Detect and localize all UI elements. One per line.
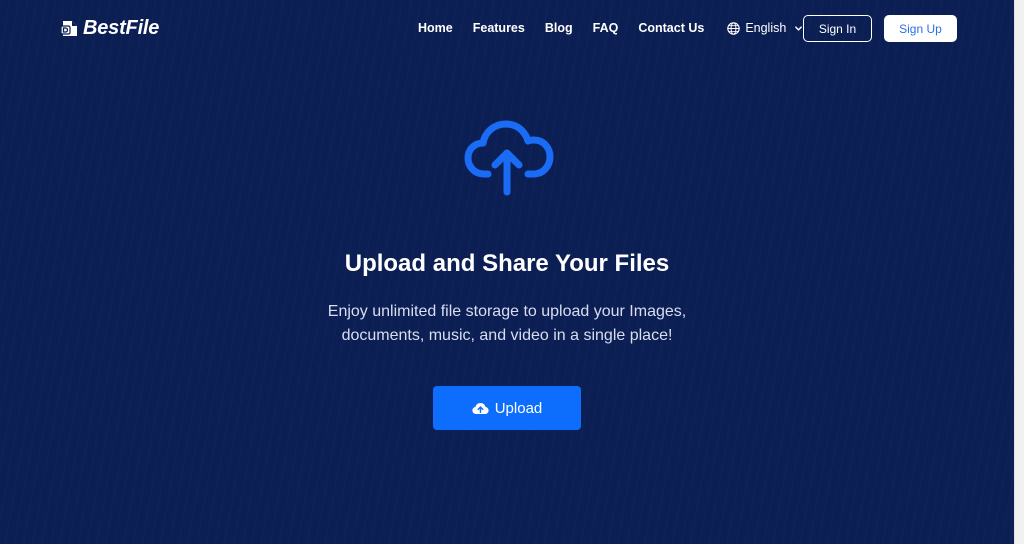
page-scrollbar[interactable] (1014, 0, 1024, 544)
hero-description-line-1: Enjoy unlimited file storage to upload y… (327, 303, 687, 320)
globe-icon (727, 21, 741, 35)
upload-button[interactable]: Upload (433, 386, 581, 430)
brand-name: BestFile (83, 17, 160, 39)
sign-in-button[interactable]: Sign In (803, 15, 872, 42)
main-nav: Home Features Blog FAQ Contact Us Englis… (418, 18, 803, 38)
brand-logo[interactable]: BestFile (60, 16, 159, 40)
nav-link-home[interactable]: Home (418, 18, 453, 38)
upload-button-label: Upload (494, 399, 543, 417)
file-logo-icon (60, 21, 77, 36)
language-label: English (745, 21, 787, 35)
cloud-upload-icon (472, 402, 489, 414)
hero-description-line-2: documents, music, and video in a single … (341, 327, 673, 344)
hero-section: BestFile Home Features Blog FAQ Contact … (0, 0, 1014, 544)
hero-title: Upload and Share Your Files (344, 250, 670, 277)
language-selector[interactable]: English (727, 21, 803, 35)
chevron-down-icon (795, 25, 803, 31)
cloud-upload-icon (464, 120, 554, 196)
nav-link-contact-us[interactable]: Contact Us (638, 18, 704, 38)
nav-link-faq[interactable]: FAQ (593, 18, 619, 38)
sign-up-button[interactable]: Sign Up (884, 15, 957, 42)
hero-description: Enjoy unlimited file storage to upload y… (307, 300, 707, 348)
nav-link-features[interactable]: Features (473, 18, 525, 38)
nav-link-blog[interactable]: Blog (545, 18, 573, 38)
